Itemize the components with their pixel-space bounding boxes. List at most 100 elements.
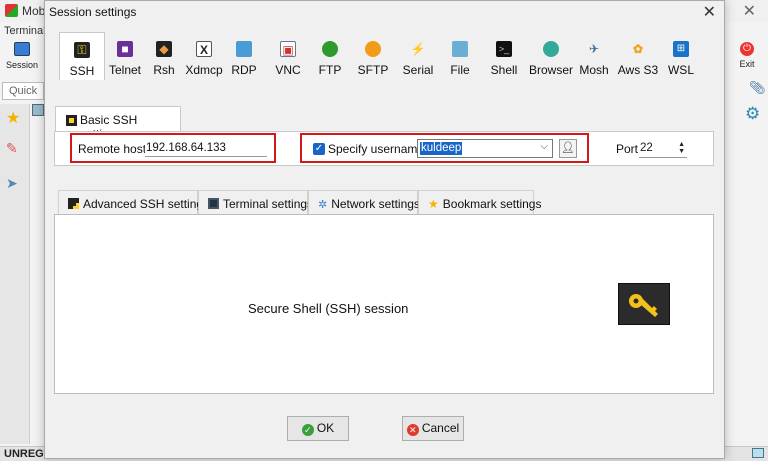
app-logo-icon <box>5 4 18 17</box>
remote-host-input[interactable]: 192.168.64.133 <box>145 139 267 157</box>
session-type-label: Shell <box>490 63 518 77</box>
sftp-globe-icon <box>365 41 381 57</box>
file-monitor-icon <box>452 41 468 57</box>
session-button[interactable]: Session <box>4 40 40 76</box>
ssh-key-icon <box>618 283 670 325</box>
chevron-down-icon[interactable]: ⌵ <box>540 141 548 152</box>
session-type-label: WSL <box>667 63 694 77</box>
vnc-icon: ▣ <box>280 41 296 57</box>
session-type-sftp[interactable]: SFTP <box>355 32 391 80</box>
specify-username-label: Specify username <box>328 142 425 156</box>
session-type-label: FTP <box>318 63 342 77</box>
aws-s3-icon: ✿ <box>632 42 644 56</box>
session-type-telnet[interactable]: ■ Telnet <box>105 32 145 80</box>
telnet-icon: ■ <box>117 41 133 57</box>
ftp-globe-icon <box>322 41 338 57</box>
session-description: Secure Shell (SSH) session <box>248 301 409 316</box>
tab-bookmark-settings[interactable]: ★ Bookmark settings <box>418 190 541 214</box>
session-type-label: Aws S3 <box>617 63 659 77</box>
ok-button[interactable]: ✓ OK <box>287 416 349 441</box>
ok-label: OK <box>316 421 335 435</box>
rdp-monitor-icon <box>236 41 252 57</box>
app-title: Mob <box>22 4 46 18</box>
xdmcp-icon: X <box>196 41 212 57</box>
tab-network-settings[interactable]: ✲ Network settings <box>308 190 420 214</box>
session-type-label: Xdmcp <box>185 63 223 77</box>
tab-label: Network settings <box>331 197 420 211</box>
serial-plug-icon: ⚡ <box>410 42 426 56</box>
session-type-ftp[interactable]: FTP <box>315 32 345 80</box>
power-icon: ⏻ <box>740 42 754 56</box>
session-type-label: SFTP <box>357 63 389 77</box>
app-close-icon[interactable]: ✕ <box>743 1 756 21</box>
tab-label: Bookmark settings <box>442 197 542 211</box>
session-type-xdmcp[interactable]: X Xdmcp <box>183 32 225 80</box>
session-type-file[interactable]: File <box>445 32 475 80</box>
port-value: 22 <box>640 142 653 154</box>
spin-arrows-icon[interactable]: ▲ ▼ <box>678 141 685 155</box>
session-type-browser[interactable]: Browser <box>527 32 575 80</box>
session-type-rsh[interactable]: ◆ Rsh <box>147 32 181 80</box>
session-monitor-icon <box>14 42 30 56</box>
session-type-label: Serial <box>402 63 434 77</box>
tab-label: Terminal settings <box>223 197 314 211</box>
session-type-label: VNC <box>275 63 301 77</box>
session-type-label: SSH <box>69 64 95 78</box>
session-type-label: Rsh <box>153 63 175 77</box>
ssh-key-icon: ⚿ <box>74 42 90 58</box>
ssh-key-icon <box>66 115 77 126</box>
session-type-aws-s3[interactable]: ✿ Aws S3 <box>613 32 663 80</box>
port-label: Port <box>616 142 639 156</box>
session-type-label: Mosh <box>579 63 609 77</box>
tab-advanced-ssh-settings[interactable]: Advanced SSH settings <box>58 190 209 214</box>
wsl-windows-icon: ⊞ <box>673 41 689 57</box>
session-type-label: RDP <box>231 63 257 77</box>
star-icon: ★ <box>428 197 439 211</box>
cancel-icon: ✕ <box>406 424 419 436</box>
session-type-toolbar: ⚿ SSH ■ Telnet ◆ Rsh X Xdmcp RDP ▣ VNC F… <box>53 32 713 82</box>
session-type-serial[interactable]: ⚡ Serial <box>399 32 437 80</box>
check-icon: ✓ <box>301 424 314 436</box>
session-type-label: Telnet <box>108 63 142 77</box>
port-stepper[interactable]: 22 ▲ ▼ <box>639 139 687 158</box>
ssh-key-icon <box>68 198 79 209</box>
username-combobox[interactable]: kuldeep ⌵ <box>417 139 553 158</box>
gear-icon[interactable]: ⚙ <box>745 104 760 124</box>
session-settings-dialog: Session settings ✕ ⚿ SSH ■ Telnet ◆ Rsh … <box>44 0 725 459</box>
network-icon: ✲ <box>318 199 328 211</box>
session-type-vnc[interactable]: ▣ VNC <box>271 32 305 80</box>
session-tree-icon <box>32 104 44 116</box>
user-picker-icon[interactable]: 👤︎ <box>559 139 577 158</box>
rsh-icon: ◆ <box>156 41 172 57</box>
tab-basic-ssh-settings[interactable]: Basic SSH settings <box>55 106 181 141</box>
session-type-mosh[interactable]: ✈ Mosh <box>575 32 613 80</box>
exit-label: Exit <box>739 59 755 69</box>
cancel-button[interactable]: ✕ Cancel <box>402 416 464 441</box>
tab-terminal-settings[interactable]: Terminal settings <box>198 190 313 214</box>
username-value: kuldeep <box>420 142 463 155</box>
remote-host-label: Remote host * <box>78 142 155 156</box>
status-text: UNREG <box>4 448 44 460</box>
session-type-label: File <box>450 63 470 77</box>
paperclip-icon[interactable]: 📎︎ <box>749 80 766 96</box>
session-button-label: Session <box>5 60 39 70</box>
mosh-satellite-icon: ✈ <box>588 42 600 56</box>
session-type-ssh[interactable]: ⚿ SSH <box>59 32 105 80</box>
session-type-rdp[interactable]: RDP <box>227 32 261 80</box>
quick-connect-input[interactable]: Quick c <box>2 82 44 113</box>
cancel-label: Cancel <box>421 421 460 435</box>
terminal-icon <box>208 198 219 209</box>
dialog-close-icon[interactable]: ✕ <box>703 2 716 22</box>
send-icon[interactable]: ➤ <box>6 175 18 192</box>
session-type-label: Browser <box>528 63 573 77</box>
shell-terminal-icon: >_ <box>496 41 512 57</box>
browser-globe-icon <box>543 41 559 57</box>
exit-button[interactable]: ⏻ Exit <box>733 42 761 69</box>
tools-icon[interactable]: ✎ <box>6 140 18 157</box>
session-type-shell[interactable]: >_ Shell <box>487 32 521 80</box>
star-icon[interactable]: ★ <box>6 108 20 128</box>
monitor-icon[interactable] <box>752 448 764 458</box>
menu-terminal[interactable]: Terminal <box>4 25 46 37</box>
specify-username-checkbox[interactable]: ✓ <box>313 143 325 155</box>
session-type-wsl[interactable]: ⊞ WSL <box>663 32 699 80</box>
